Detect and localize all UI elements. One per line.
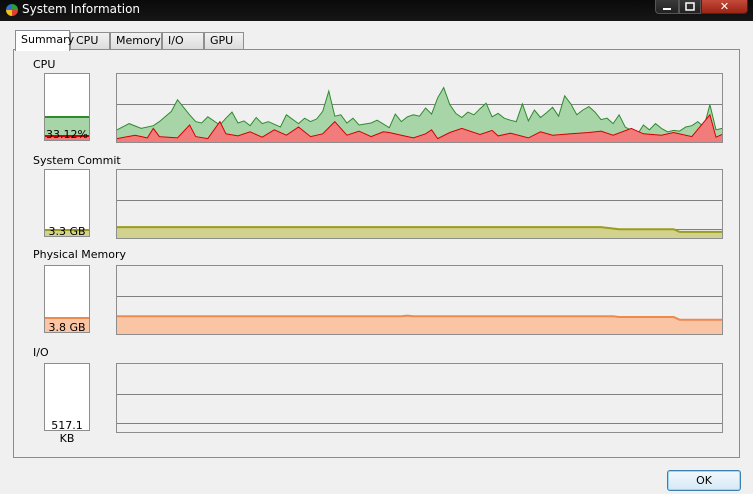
- commit-graph: [116, 169, 723, 239]
- minimize-icon: [663, 8, 671, 10]
- close-button[interactable]: ✕: [701, 0, 748, 14]
- tab-cpu[interactable]: CPU: [70, 32, 110, 49]
- cpu-graph-svg: [117, 86, 722, 142]
- physical-memory-graph: [116, 265, 723, 335]
- maximize-button[interactable]: [679, 0, 701, 14]
- cpu-label: CPU: [33, 58, 56, 71]
- commit-label: System Commit: [33, 154, 121, 167]
- cpu-graph: [116, 73, 723, 143]
- cpu-value: 33.12%: [46, 128, 88, 141]
- io-label: I/O: [33, 346, 49, 359]
- window-title: System Information: [22, 2, 141, 16]
- physical-memory-label: Physical Memory: [33, 248, 126, 261]
- tab-gpu[interactable]: GPU: [204, 32, 244, 49]
- window-client: Summary CPU Memory I/O GPU CPU 33.12% Sy…: [0, 21, 753, 494]
- tab-io[interactable]: I/O: [162, 32, 204, 49]
- physical-memory-graph-svg: [117, 296, 722, 334]
- commit-value: 3.3 GB: [48, 225, 86, 238]
- ok-button[interactable]: OK: [667, 470, 741, 491]
- physical-memory-value: 3.8 GB: [48, 321, 86, 334]
- app-icon: [6, 4, 18, 16]
- summary-panel: CPU 33.12% System Commit 3.3 GB Physical…: [13, 49, 740, 458]
- commit-graph-svg: [117, 200, 722, 238]
- close-icon: ✕: [719, 0, 730, 13]
- physical-memory-area: [117, 315, 722, 334]
- minimize-button[interactable]: [655, 0, 679, 14]
- title-bar[interactable]: System Information ✕: [0, 0, 753, 21]
- maximize-icon: [685, 2, 695, 11]
- tab-memory[interactable]: Memory: [110, 32, 162, 49]
- io-value: 517.1 KB: [51, 419, 83, 445]
- caption-buttons: ✕: [655, 0, 748, 15]
- io-graph-svg: [117, 394, 722, 424]
- io-graph: [116, 363, 723, 433]
- tab-summary[interactable]: Summary: [15, 30, 74, 51]
